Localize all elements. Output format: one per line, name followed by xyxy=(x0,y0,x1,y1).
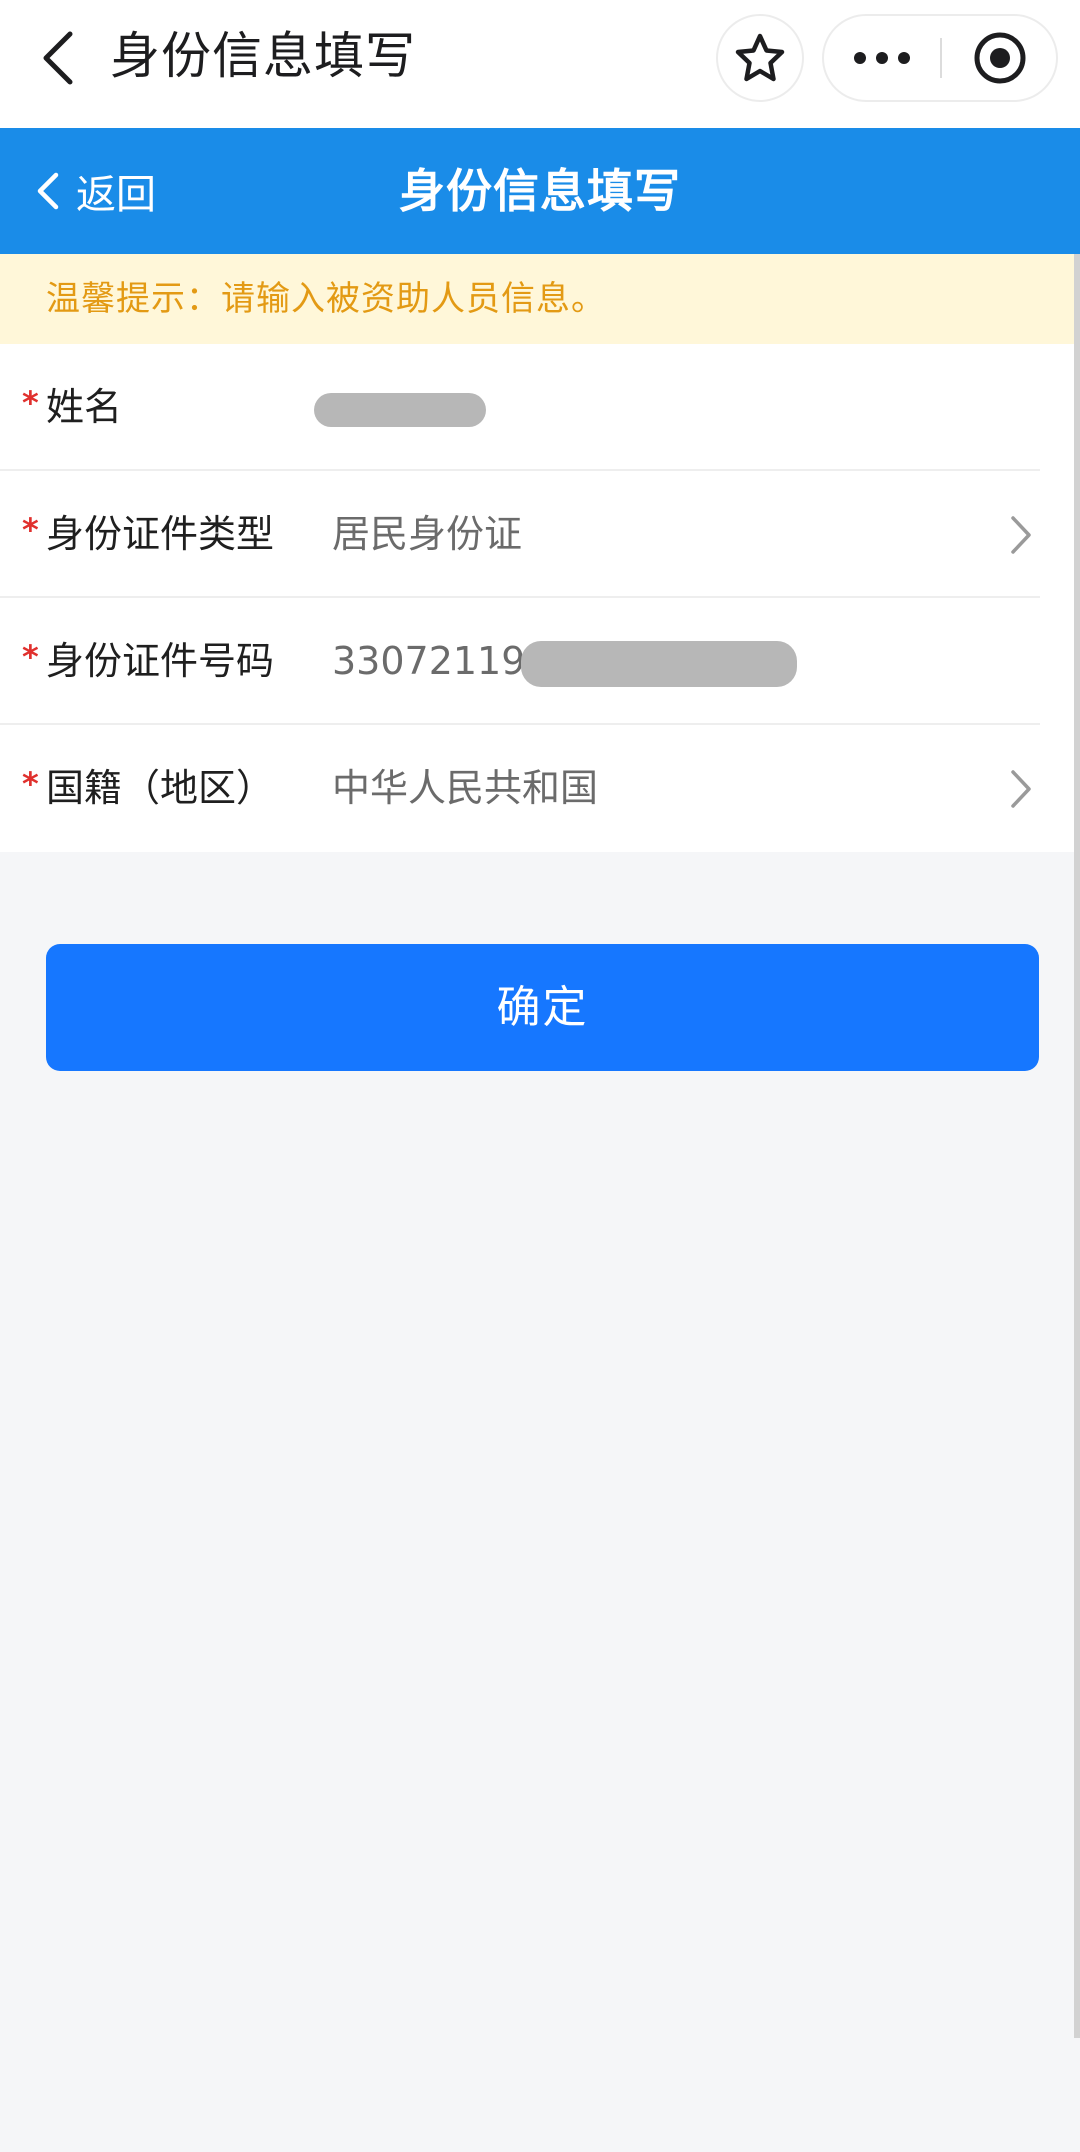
header-back-button[interactable]: 返回 xyxy=(36,128,156,254)
chevron-left-icon xyxy=(43,31,73,85)
id-type-select[interactable]: 居民身份证 xyxy=(332,471,522,598)
form-row-id-type[interactable]: * 身份证件类型 居民身份证 xyxy=(0,471,1080,598)
nationality-select[interactable]: 中华人民共和国 xyxy=(332,725,598,852)
mini-program-nav-bar: 身份信息填写 xyxy=(0,0,1080,128)
chevron-right-icon xyxy=(1010,725,1032,852)
star-outline-icon xyxy=(735,33,785,82)
scrollbar[interactable] xyxy=(1074,254,1080,2038)
field-label: 国籍（地区） xyxy=(46,766,275,810)
required-mark: * xyxy=(22,511,39,549)
favorite-button[interactable] xyxy=(716,14,804,102)
more-button[interactable] xyxy=(824,16,940,100)
close-mini-program-button[interactable] xyxy=(942,16,1058,100)
redacted-value xyxy=(521,640,798,687)
redacted-value xyxy=(314,392,486,427)
required-mark: * xyxy=(22,638,39,676)
form-row-name[interactable]: * 姓名 xyxy=(0,344,1080,471)
form-row-id-number[interactable]: * 身份证件号码 33072119 xyxy=(0,598,1080,725)
capsule-menu xyxy=(822,14,1058,102)
nav-back-button[interactable] xyxy=(28,22,88,94)
target-close-icon xyxy=(974,32,1026,84)
tip-banner: 温馨提示：请输入被资助人员信息。 xyxy=(0,254,1080,344)
more-dots-icon xyxy=(854,52,910,64)
required-mark: * xyxy=(22,384,39,422)
id-number-input[interactable]: 33072119 xyxy=(332,598,798,725)
field-label: 姓名 xyxy=(46,385,123,429)
chevron-left-icon xyxy=(37,172,59,210)
header-back-label: 返回 xyxy=(76,172,156,218)
name-input[interactable] xyxy=(314,344,486,471)
chevron-right-icon xyxy=(1010,471,1032,598)
identity-form: * 姓名 * 身份证件类型 居民身份证 * 身份证件号码 33072119 * … xyxy=(0,344,1080,852)
page-title: 身份信息填写 xyxy=(399,164,681,218)
required-mark: * xyxy=(22,765,39,803)
field-value-text: 33072119 xyxy=(332,639,526,683)
nav-title: 身份信息填写 xyxy=(110,27,416,85)
page-header: 返回 身份信息填写 xyxy=(0,128,1080,254)
field-label: 身份证件号码 xyxy=(46,639,275,683)
field-label: 身份证件类型 xyxy=(46,512,275,556)
confirm-button[interactable]: 确定 xyxy=(46,944,1039,1071)
form-row-nationality[interactable]: * 国籍（地区） 中华人民共和国 xyxy=(0,725,1080,852)
